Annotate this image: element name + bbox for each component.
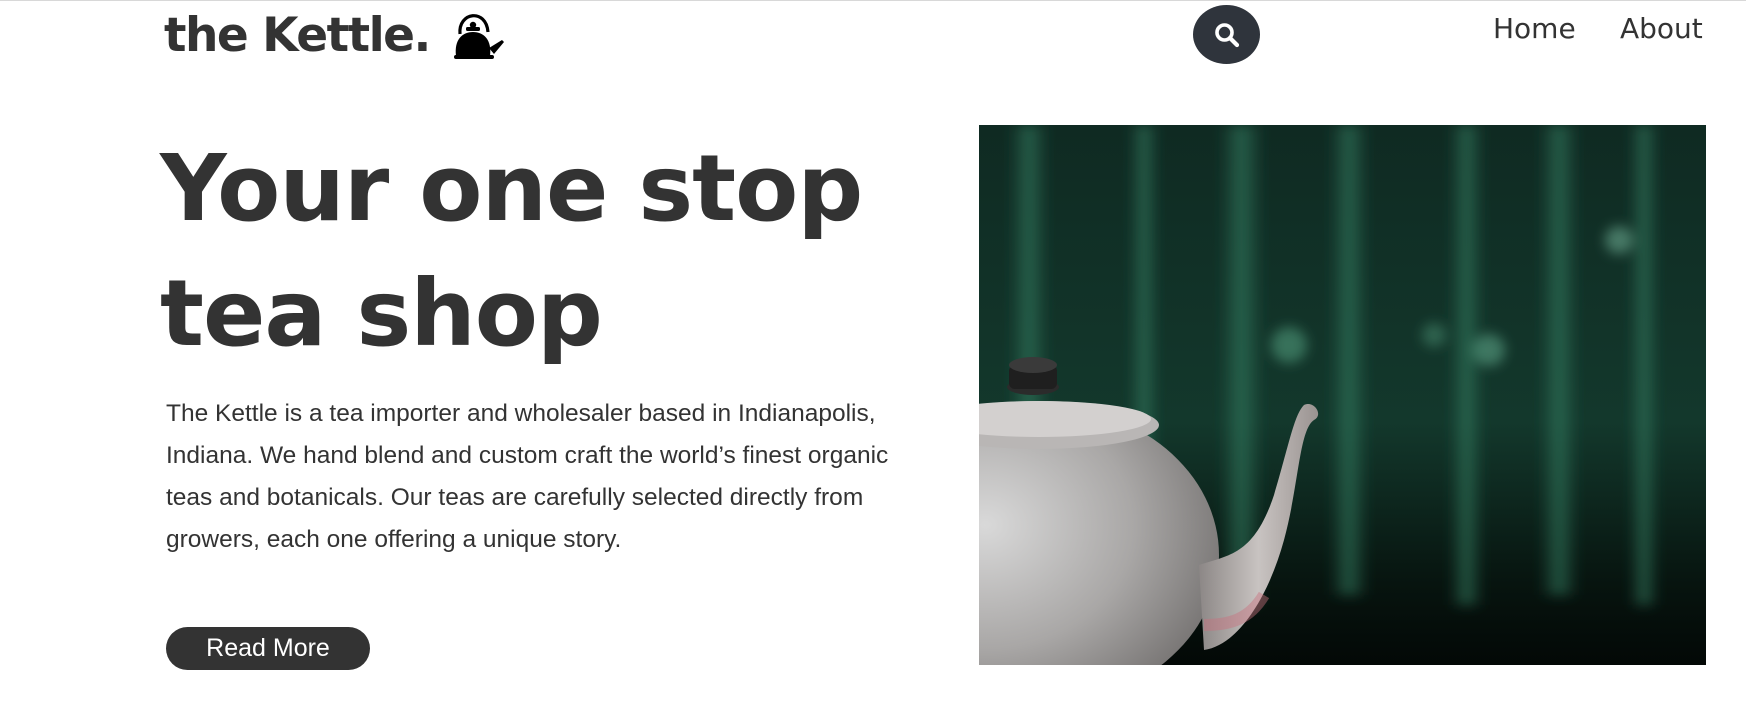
nav-about-link[interactable]: About: [1620, 12, 1703, 45]
hero-title-line-1: Your one stop: [160, 135, 863, 242]
top-border: [0, 0, 1746, 1]
search-icon: [1214, 22, 1239, 47]
read-more-button[interactable]: Read More: [166, 627, 370, 670]
nav-home-link[interactable]: Home: [1493, 12, 1576, 45]
hero-title: Your one stop tea shop: [160, 126, 880, 376]
hero-title-line-2: tea shop: [160, 260, 603, 367]
brand-name: the Kettle.: [164, 7, 431, 63]
teapot-photo: [979, 125, 1706, 665]
site-brand[interactable]: the Kettle.: [164, 4, 506, 66]
kettle-icon: [453, 14, 504, 59]
search-button[interactable]: [1193, 5, 1260, 64]
hero-description: The Kettle is a tea importer and wholesa…: [166, 400, 889, 553]
